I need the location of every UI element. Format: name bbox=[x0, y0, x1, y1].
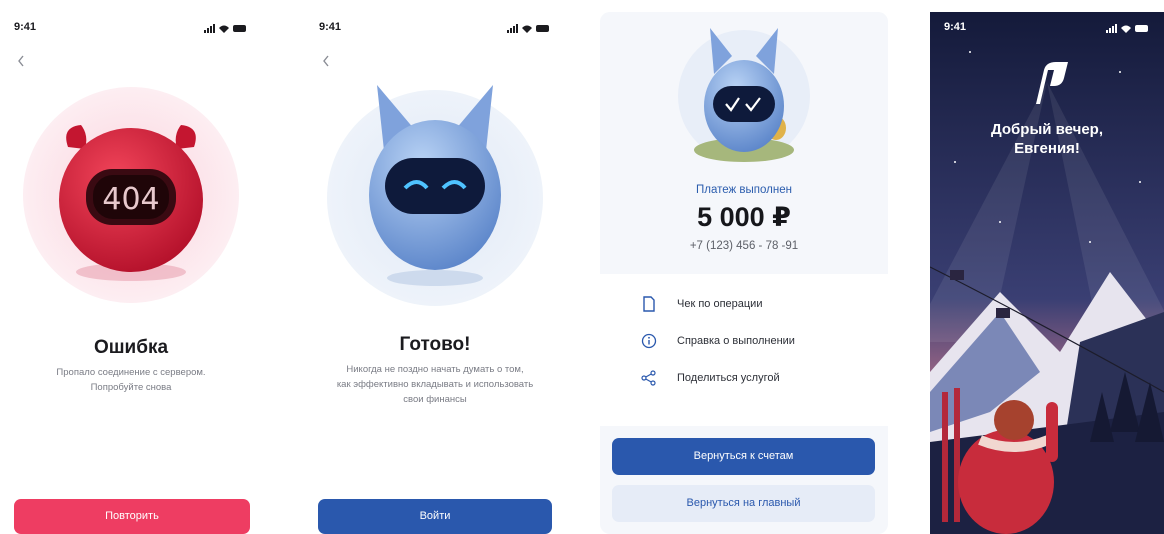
greeting-screen: 9:41 Добрый вечер, Евгения! bbox=[930, 12, 1164, 534]
back-chevron-icon[interactable] bbox=[319, 52, 339, 72]
action-receipt-label: Чек по операции bbox=[677, 298, 763, 310]
greeting-line1: Добрый вечер, bbox=[990, 121, 1104, 138]
status-bar: 9:41 bbox=[319, 21, 551, 37]
error-code: 404 bbox=[102, 182, 159, 217]
payment-status-label: Платеж выполнен bbox=[696, 184, 792, 196]
status-time: 9:41 bbox=[14, 21, 37, 33]
back-chevron-icon[interactable] bbox=[14, 52, 34, 72]
action-share[interactable]: Поделиться услугой bbox=[600, 364, 888, 394]
share-icon bbox=[640, 369, 658, 387]
done-screen: 9:41 Готово! Никогда не поздно начать ду… bbox=[305, 12, 565, 534]
error-screen: 9:41 404 Ошибка Пропало соединение с сер… bbox=[0, 12, 262, 534]
greeting-line2: Евгения! bbox=[1014, 140, 1080, 157]
action-certificate-label: Справка о выполнении bbox=[677, 335, 795, 347]
payment-screen: Платеж выполнен 5 000 ₽ +7 (123) 456 - 7… bbox=[600, 12, 888, 534]
action-certificate[interactable]: Справка о выполнении bbox=[600, 327, 888, 357]
info-icon bbox=[640, 332, 658, 350]
done-subtitle-line1: Никогда не поздно начать думать о том, bbox=[346, 364, 524, 375]
robot-money-illustration bbox=[676, 28, 812, 178]
status-bar: 9:41 bbox=[14, 21, 248, 37]
retry-button[interactable]: Повторить bbox=[14, 499, 250, 534]
status-time: 9:41 bbox=[944, 21, 967, 33]
done-subtitle-line2: как эффективно вкладывать и использовать bbox=[336, 379, 534, 390]
greeting-text: Добрый вечер, Евгения! bbox=[930, 120, 1164, 158]
action-share-label: Поделиться услугой bbox=[677, 372, 780, 384]
status-time: 9:41 bbox=[319, 21, 342, 33]
done-subtitle-line3: свои финансы bbox=[403, 394, 467, 405]
status-indicators bbox=[204, 24, 248, 37]
status-indicators bbox=[1106, 24, 1150, 37]
done-title: Готово! bbox=[399, 334, 471, 355]
status-indicators bbox=[507, 24, 551, 37]
bank-logo-icon bbox=[1030, 60, 1070, 106]
error-illustration: 404 bbox=[23, 87, 239, 303]
error-subtitle-line1: Пропало соединение с сервером. bbox=[56, 367, 206, 378]
payment-phone: +7 (123) 456 - 78 -91 bbox=[689, 240, 799, 252]
status-bar: 9:41 bbox=[944, 21, 1150, 37]
action-receipt[interactable]: Чек по операции bbox=[600, 290, 888, 320]
payment-summary: Платеж выполнен 5 000 ₽ +7 (123) 456 - 7… bbox=[600, 12, 888, 274]
back-to-accounts-button[interactable]: Вернуться к счетам bbox=[612, 438, 875, 475]
payment-actions-list: Чек по операции Справка о выполнении Под… bbox=[600, 274, 888, 426]
error-subtitle-line2: Попробуйте снова bbox=[90, 382, 172, 393]
receipt-icon bbox=[640, 295, 658, 313]
error-title: Ошибка bbox=[93, 337, 169, 358]
robot-illustration bbox=[327, 80, 543, 310]
login-button[interactable]: Войти bbox=[318, 499, 552, 534]
payment-amount: 5 000 ₽ bbox=[697, 202, 791, 232]
back-to-home-button[interactable]: Вернуться на главный bbox=[612, 485, 875, 522]
